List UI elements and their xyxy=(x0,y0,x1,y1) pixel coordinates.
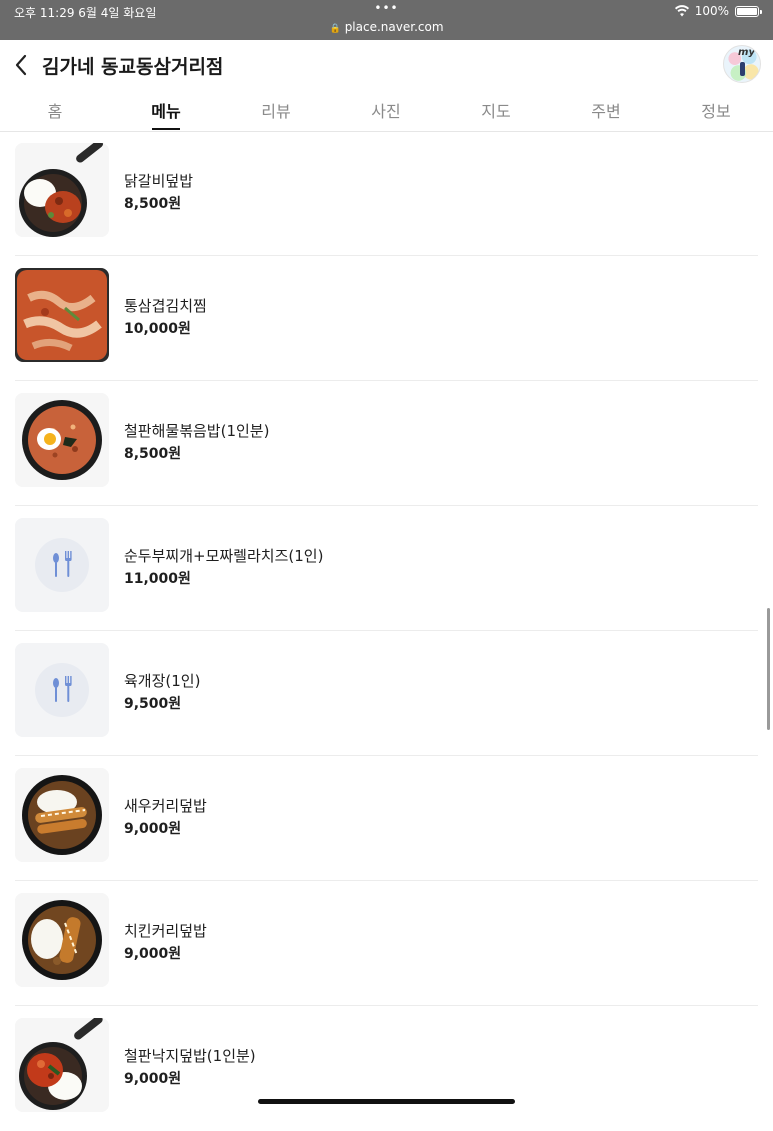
tab-map[interactable]: 지도 xyxy=(481,98,510,122)
menu-item[interactable]: 순두부찌개+모짜렐라치즈(1인) 11,000원 xyxy=(0,506,773,631)
menu-item-name: 치킨커리덮밥 xyxy=(124,922,207,940)
menu-list: 닭갈비덮밥 8,500원 통삼겹김치찜 10,000원 철판해물볶음밥(1인분)… xyxy=(0,131,773,1131)
url-text: place.naver.com xyxy=(344,20,444,34)
menu-item-price: 9,000원 xyxy=(124,946,182,962)
menu-item-price: 9,500원 xyxy=(124,696,182,712)
page-header: 김가네 동교동삼거리점 my xyxy=(0,40,773,90)
back-arrow-icon[interactable] xyxy=(12,52,32,78)
menu-item-name: 육개장(1인) xyxy=(124,672,201,690)
active-tab-indicator xyxy=(152,128,180,130)
menu-item-price: 8,500원 xyxy=(124,446,182,462)
battery-percent: 100% xyxy=(694,4,729,18)
menu-item-price: 9,000원 xyxy=(124,1071,182,1087)
menu-item-price: 9,000원 xyxy=(124,821,182,837)
tab-review[interactable]: 리뷰 xyxy=(261,98,290,122)
address-bar[interactable]: 🔒 place.naver.com xyxy=(0,20,773,34)
menu-item-price: 11,000원 xyxy=(124,571,191,587)
avatar-label: my xyxy=(738,47,755,58)
menu-item[interactable]: 철판낙지덮밥(1인분) 9,000원 xyxy=(0,1006,773,1131)
utensils-placeholder-icon xyxy=(15,518,109,612)
wifi-icon xyxy=(674,5,689,17)
scrollbar[interactable] xyxy=(767,608,770,730)
chicken-curry-icon xyxy=(15,893,109,987)
menu-item-name: 철판낙지덮밥(1인분) xyxy=(124,1047,256,1065)
tab-home[interactable]: 홈 xyxy=(48,98,63,122)
avatar-figure-icon xyxy=(740,62,745,76)
shrimp-curry-icon xyxy=(15,768,109,862)
menu-item-name: 새우커리덮밥 xyxy=(124,797,207,815)
menu-item-name: 순두부찌개+모짜렐라치즈(1인) xyxy=(124,547,324,565)
menu-item[interactable]: 육개장(1인) 9,500원 xyxy=(0,631,773,756)
menu-item-price: 8,500원 xyxy=(124,196,182,212)
status-right: 100% xyxy=(674,4,762,18)
menu-item[interactable]: 닭갈비덮밥 8,500원 xyxy=(0,131,773,256)
status-bar: 오후 11:29 6월 4일 화요일 ••• 🔒 place.naver.com … xyxy=(0,0,773,40)
home-indicator[interactable] xyxy=(258,1099,515,1104)
menu-item-name: 통삼겹김치찜 xyxy=(124,297,207,315)
menu-item-name: 철판해물볶음밥(1인분) xyxy=(124,422,270,440)
tab-info[interactable]: 정보 xyxy=(701,98,730,122)
menu-item-price: 10,000원 xyxy=(124,321,191,337)
stew-icon xyxy=(15,268,109,362)
fried-rice-egg-icon xyxy=(15,393,109,487)
browser-menu-dots[interactable]: ••• xyxy=(0,1,773,15)
tab-photo[interactable]: 사진 xyxy=(371,98,400,122)
lock-icon: 🔒 xyxy=(329,24,341,34)
skillet-rice-icon xyxy=(15,143,109,237)
menu-item-name: 닭갈비덮밥 xyxy=(124,172,194,190)
menu-item[interactable]: 통삼겹김치찜 10,000원 xyxy=(0,256,773,381)
skillet-octopus-icon xyxy=(15,1018,109,1112)
tab-bar: 홈 메뉴 리뷰 사진 지도 주변 정보 xyxy=(0,90,773,132)
tab-nearby[interactable]: 주변 xyxy=(591,98,620,122)
menu-item[interactable]: 철판해물볶음밥(1인분) 8,500원 xyxy=(0,381,773,506)
page-title: 김가네 동교동삼거리점 xyxy=(42,56,224,78)
battery-icon xyxy=(735,5,762,17)
utensils-placeholder-icon xyxy=(15,643,109,737)
menu-item[interactable]: 치킨커리덮밥 9,000원 xyxy=(0,881,773,1006)
avatar[interactable]: my xyxy=(723,45,761,83)
menu-item[interactable]: 새우커리덮밥 9,000원 xyxy=(0,756,773,881)
tab-menu[interactable]: 메뉴 xyxy=(151,98,180,122)
